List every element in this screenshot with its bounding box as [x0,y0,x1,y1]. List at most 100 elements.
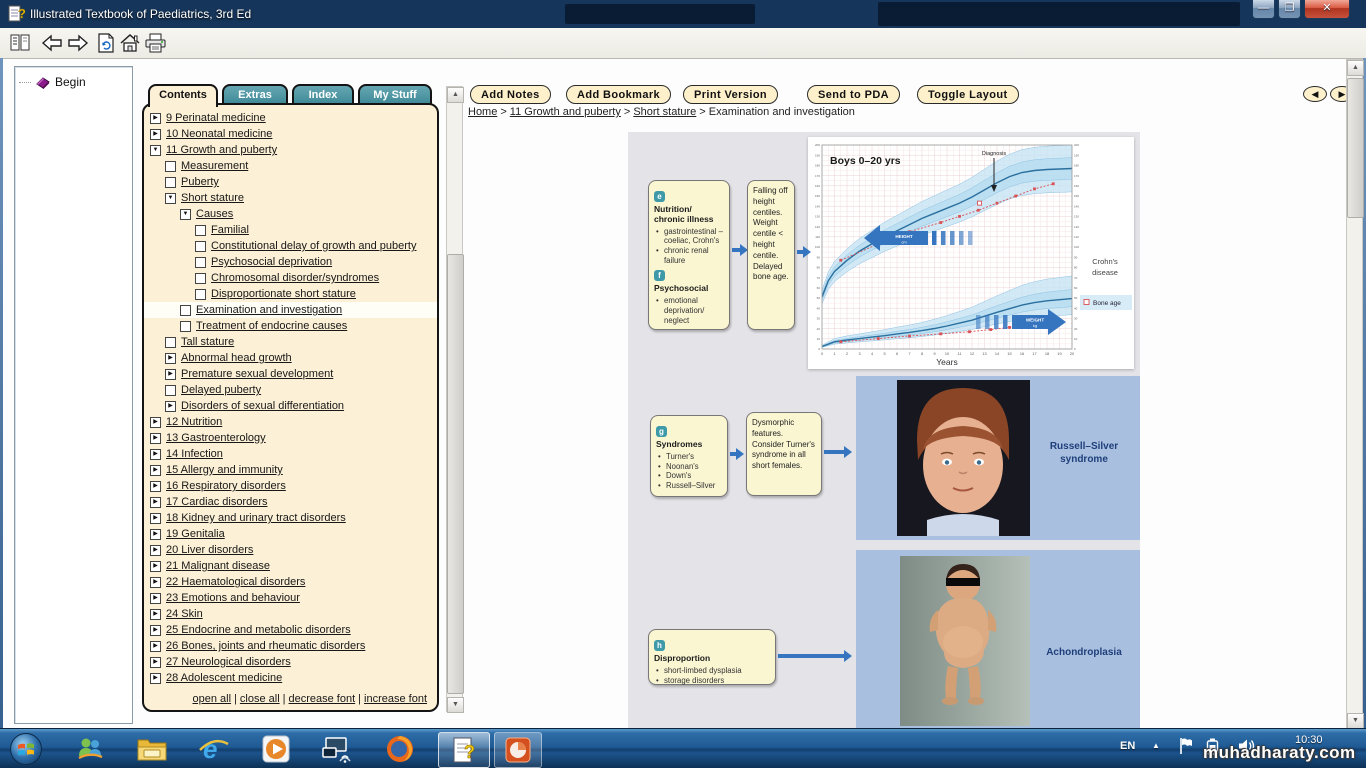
tree-item[interactable]: Psychosocial deprivation [144,254,437,270]
open-all-link[interactable]: open all [192,693,231,705]
tree-item-label[interactable]: Disproportionate short stature [211,288,356,300]
tree-item[interactable]: Delayed puberty [144,382,437,398]
expand-icon[interactable]: ▶ [150,481,161,492]
scrollbar-thumb[interactable] [447,254,464,694]
tree-item[interactable]: ▶14 Infection [144,446,437,462]
home-icon[interactable] [118,32,142,54]
expand-icon[interactable]: ▶ [165,353,176,364]
tree-item-label[interactable]: 25 Endocrine and metabolic disorders [166,624,351,636]
checkbox-icon[interactable] [180,305,191,316]
media-player-icon[interactable] [256,732,296,766]
tree-item[interactable]: Tall stature [144,334,437,350]
tree-item[interactable]: ▶ 17 Cardiac disorders [144,494,437,510]
tree-item[interactable]: ▶ 19 Genitalia [144,526,437,542]
internet-explorer-icon[interactable]: e [194,732,234,766]
expand-icon[interactable]: ▶ [150,593,161,604]
start-button[interactable] [6,732,46,766]
expand-icon[interactable]: ▶ [150,673,161,684]
tree-item[interactable]: ▶25 Endocrine and metabolic disorders [144,622,437,638]
tree-item[interactable]: Puberty [144,174,437,190]
tree-item[interactable]: ▶ 12 Nutrition [144,414,437,430]
scroll-down-icon[interactable]: ▼ [1347,713,1364,729]
forward-icon[interactable] [66,32,90,54]
tree-item[interactable]: ▶23 Emotions and behaviour [144,590,437,606]
expand-icon[interactable]: ▶ [150,129,161,140]
print-version-button[interactable]: Print Version [683,85,778,104]
show-hidden-icons[interactable]: ▲ [1152,741,1160,750]
tree-item-label[interactable]: Psychosocial deprivation [211,256,332,268]
tree-item[interactable]: Treatment of endocrine causes [144,318,437,334]
breadcrumb-link[interactable]: Short stature [633,106,696,118]
checkbox-icon[interactable] [195,225,206,236]
checkbox-icon[interactable] [195,273,206,284]
tree-item-label[interactable]: 15 Allergy and immunity [166,464,283,476]
tree-item-label[interactable]: 12 Nutrition [166,416,222,428]
tree-item-label[interactable]: Examination and investigation [196,304,342,316]
tab-my-stuff[interactable]: My Stuff [358,84,432,104]
tree-item-label[interactable]: Abnormal head growth [181,352,292,364]
tree-item-label[interactable]: 13 Gastroenterology [166,432,266,444]
toggle-layout-button[interactable]: Toggle Layout [917,85,1019,104]
expand-icon[interactable]: ▶ [150,529,161,540]
network-icon[interactable] [318,732,358,766]
expand-icon[interactable]: ▶ [150,497,161,508]
tree-item-label[interactable]: 24 Skin [166,608,203,620]
close-all-link[interactable]: close all [240,693,280,705]
breadcrumb-link[interactable]: 11 Growth and puberty [510,106,621,118]
tree-item[interactable]: ▶22 Haematological disorders [144,574,437,590]
tree-item[interactable]: Measurement [144,158,437,174]
tree-item-label[interactable]: 11 Growth and puberty [166,144,277,156]
panels-toggle-icon[interactable] [8,32,32,54]
tree-item-label[interactable]: 27 Neurological disorders [166,656,291,668]
tree-item[interactable]: ▶ 24 Skin [144,606,437,622]
scroll-up-icon[interactable]: ▲ [1347,60,1364,76]
expand-icon[interactable]: ▶ [150,465,161,476]
tree-item[interactable]: ▶ 16 Respiratory disorders [144,478,437,494]
tree-item-label[interactable]: 17 Cardiac disorders [166,496,268,508]
tree-item-label[interactable]: 20 Liver disorders [166,544,253,556]
powerpoint-icon[interactable] [494,732,542,768]
action-center-flag-icon[interactable] [1178,737,1194,758]
tree-item-label[interactable]: 10 Neonatal medicine [166,128,272,140]
tree-item[interactable]: ▶28 Adolescent medicine [144,670,437,686]
expand-icon[interactable]: ▶ [150,417,161,428]
tree-item-label[interactable]: Chromosomal disorder/syndromes [211,272,379,284]
tree-item-label[interactable]: 21 Malignant disease [166,560,270,572]
tree-item-label[interactable]: 19 Genitalia [166,528,225,540]
expand-icon[interactable]: ▶ [150,561,161,572]
tab-index[interactable]: Index [292,84,354,104]
tree-item-label[interactable]: Tall stature [181,336,234,348]
tree-item-label[interactable]: Treatment of endocrine causes [196,320,347,332]
decrease-font-link[interactable]: decrease font [289,693,356,705]
refresh-icon[interactable] [94,32,118,54]
language-indicator[interactable]: EN [1120,740,1135,752]
tree-item[interactable]: ▶ Abnormal head growth [144,350,437,366]
tree-item-label[interactable]: Premature sexual development [181,368,333,380]
tree-item[interactable]: ▶27 Neurological disorders [144,654,437,670]
scrollbar-thumb[interactable] [1347,78,1364,218]
send-to-pda-button[interactable]: Send to PDA [807,85,900,104]
expand-icon[interactable]: ▶ [150,609,161,620]
checkbox-icon[interactable] [180,321,191,332]
tab-contents[interactable]: Contents [148,84,218,107]
tree-item-label[interactable]: Short stature [181,192,244,204]
expand-icon[interactable]: ▶ [165,401,176,412]
expand-icon[interactable]: ▶ [165,369,176,380]
tree-item-label[interactable]: Puberty [181,176,219,188]
tree-item[interactable]: ▼Causes [144,206,437,222]
tree-item-label[interactable]: Measurement [181,160,248,172]
help-viewer-icon[interactable]: ? [438,732,490,768]
tree-item[interactable]: Examination and investigation [144,302,437,318]
close-button[interactable]: ✕ [1304,0,1350,19]
expand-icon[interactable]: ▶ [150,577,161,588]
checkbox-icon[interactable] [165,161,176,172]
tree-item-label[interactable]: 16 Respiratory disorders [166,480,286,492]
print-icon[interactable] [144,32,168,54]
tree-item-label[interactable]: Familial [211,224,249,236]
firefox-icon[interactable] [380,732,420,766]
content-scrollbar[interactable]: ▲ ▼ [1346,59,1363,728]
tree-item[interactable]: ▶ Premature sexual development [144,366,437,382]
tree-item[interactable]: ▼11 Growth and puberty [144,142,437,158]
tree-item-label[interactable]: Causes [196,208,233,220]
begin-tree-item[interactable]: Begin [19,75,86,89]
